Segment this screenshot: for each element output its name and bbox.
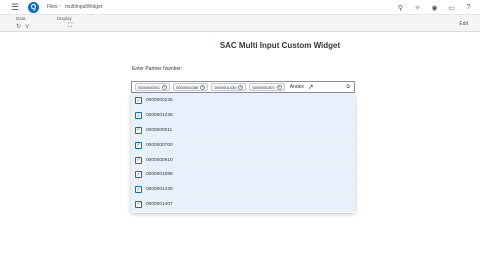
token-label: 0000001430 [214,84,237,90]
token[interactable]: 0000000011 × [135,83,170,91]
lightbulb-icon[interactable]: ✧ [412,2,423,13]
toolbar-display-group: Display ⛶ [57,16,72,30]
list-item-label: 0000000236 [146,98,173,104]
checkbox[interactable]: ✓ [135,141,142,149]
toolbar-display-label: Display [57,16,72,21]
page-title: SAC Multi Input Custom Widget [219,41,341,50]
shell-actions: ⚲ ✧ ◉ ▭ ? [395,2,474,13]
list-item-label: 0000001407 [146,201,173,207]
checkbox[interactable]: ✓ [135,200,142,208]
checkbox[interactable]: ✓ [135,171,142,179]
search-icon[interactable]: ⚲ [395,2,406,13]
list-item[interactable]: ✓ 0000000700 [131,138,355,154]
toolbar-data-group: Data ↻ ⋎ [16,16,29,30]
close-icon[interactable]: × [200,84,206,90]
token[interactable]: 0000001307 × [249,83,285,91]
close-icon[interactable]: × [238,84,244,90]
breadcrumb-current: multiInputWidget [65,4,103,10]
close-icon[interactable]: × [161,84,167,90]
multi-input-text[interactable]: Andex [290,84,304,90]
list-item[interactable]: ✓ 0000001430 [131,182,355,198]
refresh-icon[interactable]: ↻ [16,23,21,30]
list-item-label: 0000000700 [146,142,173,148]
app-logo[interactable]: Q [28,2,39,13]
list-item[interactable]: ✓ 0000001238 [131,108,355,124]
list-item[interactable]: ✓ 0000001088 [131,167,355,183]
list-item[interactable]: ✓ 0000000011 [131,123,355,139]
list-item-label: 0000000011 [146,127,173,133]
notification-icon[interactable]: ◉ [429,2,440,13]
shell-bar: ☰ Q Files › multiInputWidget ⚲ ✧ ◉ ▭ ? [0,0,480,15]
list-item-label: 0000001238 [146,113,173,119]
token-label: 0000001088 [175,84,199,90]
help-icon[interactable]: ? [463,2,474,13]
mouse-cursor-icon: ➚ [307,84,314,91]
list-item-label: 0000000910 [146,157,173,163]
checkbox[interactable]: ✓ [135,112,142,120]
edit-button[interactable]: Edit [459,21,468,27]
breadcrumb-files[interactable]: Files [47,4,58,10]
chat-icon[interactable]: ▭ [446,2,457,13]
token[interactable]: 0000001088 × [172,83,209,91]
toolbar: Data ↻ ⋎ Display ⛶ Edit [0,15,480,32]
breadcrumb-separator: › [59,3,61,9]
value-help-icon[interactable]: ⧉ [346,84,350,90]
checkbox[interactable]: ✓ [135,97,142,105]
checkbox[interactable]: ✓ [135,186,142,194]
partner-multi-input[interactable]: 0000000011 × 0000001088 × 0000001430 × 0000… [131,81,355,93]
close-icon[interactable]: × [276,84,282,90]
list-item-label: 0000001088 [146,172,173,178]
checkbox[interactable]: ✓ [135,156,142,164]
variable-icon[interactable]: ⋎ [25,23,29,30]
list-item-label: 0000001430 [146,187,173,193]
hamburger-icon[interactable]: ☰ [9,2,21,13]
token[interactable]: 0000001430 × [211,83,247,91]
list-item[interactable]: ✓ 0000000910 [131,153,355,168]
list-item[interactable]: ✓ 0000000236 [131,94,355,109]
fullscreen-icon[interactable]: ⛶ [68,23,72,30]
partner-number-label: Enter Partner Number: [132,66,183,72]
toolbar-data-label: Data [16,16,26,21]
checkbox[interactable]: ✓ [135,126,142,134]
token-label: 0000001307 [252,84,275,90]
suggestions-popover: ✓ 0000000236 ✓ 0000001238 ✓ 0000000011 ✓ 000… [131,94,355,213]
token-label: 0000000011 [138,84,160,90]
list-item[interactable]: ✓ 0000001407 [131,197,355,213]
